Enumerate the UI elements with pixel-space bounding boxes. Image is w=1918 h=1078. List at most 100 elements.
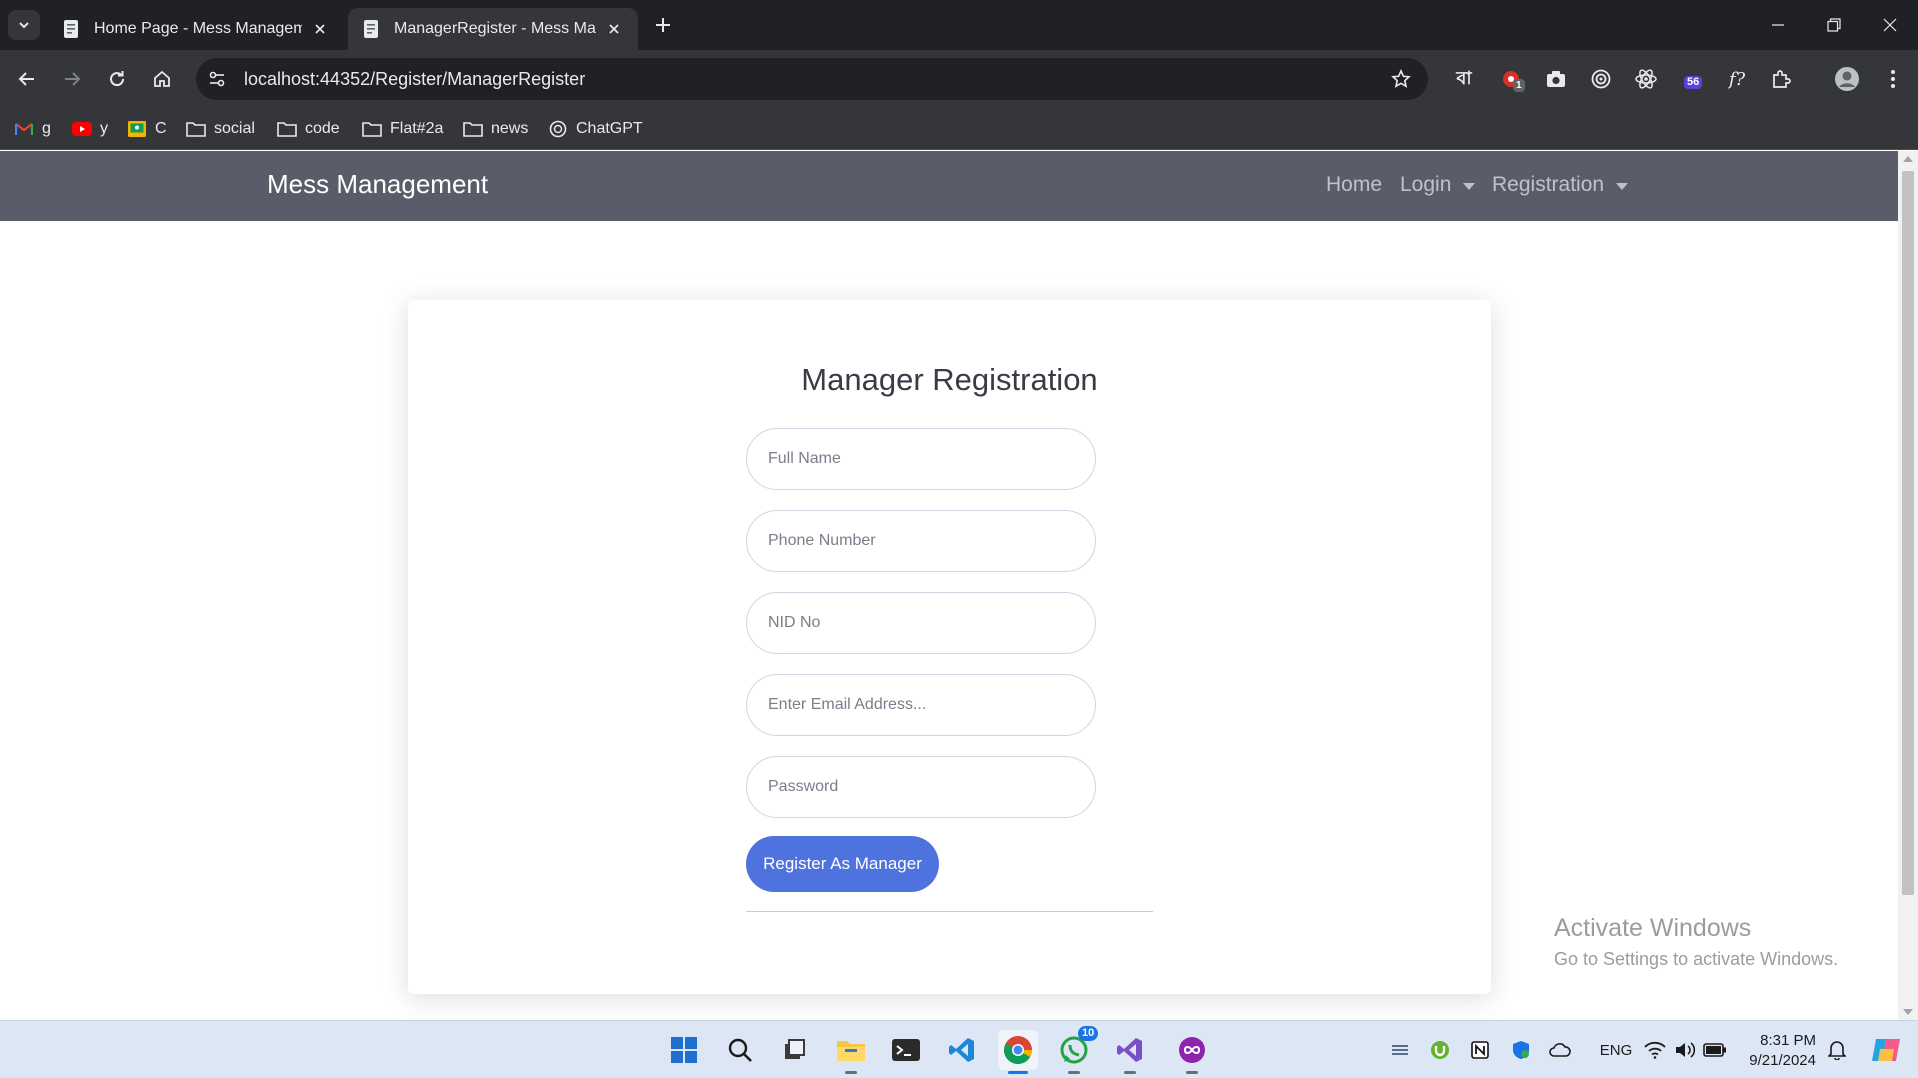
tray-onedrive-icon[interactable] [1547, 1037, 1573, 1063]
folder-icon [463, 120, 483, 138]
taskbar-clock[interactable]: 8:31 PM 9/21/2024 [1740, 1031, 1816, 1071]
scrollbar-thumb[interactable] [1902, 171, 1914, 895]
running-indicator [1124, 1071, 1136, 1074]
bangla-extension-button[interactable]: বা [1447, 62, 1481, 96]
tray-language-indicator[interactable]: ENG [1594, 1037, 1638, 1063]
reload-icon [110, 71, 125, 87]
restore-button[interactable] [1814, 8, 1854, 42]
page-icon [64, 20, 78, 38]
copilot-button[interactable] [1866, 1037, 1906, 1063]
home-button[interactable] [145, 62, 179, 96]
bookmark-folder-news[interactable]: news [463, 116, 528, 142]
register-as-manager-button[interactable]: Register As Manager [746, 836, 939, 892]
bookmark-folder-flat[interactable]: Flat#2a [362, 116, 443, 142]
bookmark-label: social [214, 120, 255, 137]
page-scrollbar[interactable] [1898, 151, 1918, 1020]
utorrent-icon [1431, 1041, 1449, 1059]
wifi-icon [1644, 1041, 1666, 1059]
tab-home-page[interactable]: Home Page - Mess Managemen [48, 8, 344, 50]
chatgpt-icon [548, 120, 568, 138]
reload-button[interactable] [100, 62, 134, 96]
search-icon [728, 1038, 752, 1062]
close-tab-button[interactable] [604, 19, 624, 39]
bookmark-folder-social[interactable]: social [186, 116, 255, 142]
tray-volume-icon[interactable] [1672, 1037, 1698, 1063]
nid-input[interactable] [746, 592, 1096, 654]
running-indicator [845, 1071, 857, 1074]
nav-login-dropdown[interactable]: Login [1400, 173, 1476, 197]
minimize-button[interactable] [1758, 8, 1798, 42]
tab-manager-register[interactable]: ManagerRegister - Mess Manag [348, 8, 638, 50]
taskbar-search-button[interactable] [720, 1030, 760, 1070]
notion-icon [1471, 1041, 1489, 1059]
bookmark-chatgpt[interactable]: ChatGPT [548, 116, 643, 142]
close-icon [1883, 18, 1897, 32]
bookmark-youtube[interactable]: y [72, 116, 108, 142]
bookmark-gmail[interactable]: g [14, 116, 51, 142]
form-title: Manager Registration [801, 362, 1098, 397]
formula-extension-button[interactable]: f? [1720, 62, 1754, 96]
taskbar-vscode[interactable] [942, 1030, 982, 1070]
password-input[interactable] [746, 756, 1096, 818]
phone-number-input[interactable] [746, 510, 1096, 572]
taskbar-whatsapp[interactable]: 10 [1054, 1026, 1099, 1074]
folder-icon [277, 120, 297, 138]
notifications-button[interactable] [1824, 1037, 1850, 1063]
url-text[interactable]: localhost:44352/Register/ManagerRegister [244, 69, 585, 90]
scroll-down-arrow[interactable] [1903, 1009, 1913, 1015]
tab-search-button[interactable] [8, 10, 40, 40]
address-bar[interactable]: localhost:44352/Register/ManagerRegister [196, 58, 1428, 100]
screenshot-extension-button[interactable] [1539, 62, 1573, 96]
scroll-up-arrow[interactable] [1903, 156, 1913, 162]
nav-home-link[interactable]: Home [1326, 173, 1382, 197]
bookmark-star-button[interactable] [1386, 64, 1416, 94]
tray-wifi-icon[interactable] [1642, 1037, 1668, 1063]
close-window-button[interactable] [1870, 8, 1910, 42]
forward-button[interactable] [55, 62, 89, 96]
taskbar-terminal[interactable] [886, 1030, 926, 1070]
stack-icon [1392, 1045, 1408, 1055]
restore-icon [1827, 18, 1841, 32]
close-tab-button[interactable] [310, 19, 330, 39]
cloud-icon [1549, 1043, 1571, 1057]
tray-app-icon[interactable] [1387, 1037, 1413, 1063]
site-info-button[interactable] [200, 62, 234, 96]
nav-registration-dropdown[interactable]: Registration [1492, 173, 1629, 197]
full-name-input[interactable] [746, 428, 1096, 490]
bookmark-folder-code[interactable]: code [277, 116, 340, 142]
tab-strip: Home Page - Mess Managemen ManagerRegist… [0, 0, 1918, 50]
email-input[interactable] [746, 674, 1096, 736]
nav-registration-label: Registration [1492, 173, 1605, 196]
start-button[interactable] [664, 1030, 704, 1070]
counter-extension-button[interactable]: 56 [1680, 62, 1714, 96]
tray-security-icon[interactable] [1508, 1037, 1534, 1063]
home-icon [154, 70, 170, 87]
tray-battery-icon[interactable] [1702, 1037, 1728, 1063]
bookmark-label: y [100, 120, 108, 137]
record-extension-button[interactable]: 1 [1494, 62, 1528, 96]
bookmark-classroom[interactable]: C [127, 116, 167, 142]
taskbar-file-explorer[interactable] [831, 1030, 871, 1074]
windows-logo-icon [671, 1037, 697, 1063]
tray-notion-icon[interactable] [1467, 1037, 1493, 1063]
terminal-icon [892, 1039, 920, 1061]
profile-button[interactable] [1830, 62, 1864, 96]
tab-title: ManagerRegister - Mess Manag [394, 20, 596, 37]
site-navbar: Mess Management Home Login Registration [0, 151, 1898, 221]
chevron-down-icon [19, 22, 29, 29]
tray-utorrent-icon[interactable] [1427, 1037, 1453, 1063]
taskbar-chrome[interactable] [998, 1030, 1038, 1074]
react-devtools-button[interactable] [1629, 62, 1663, 96]
new-tab-button[interactable] [650, 12, 676, 38]
folder-icon [837, 1041, 865, 1061]
taskbar-visual-studio[interactable] [1110, 1030, 1150, 1074]
task-view-button[interactable] [775, 1030, 815, 1070]
back-button[interactable] [10, 62, 44, 96]
site-brand[interactable]: Mess Management [267, 169, 488, 200]
extensions-menu-button[interactable] [1764, 62, 1798, 96]
bookmark-label: news [491, 120, 529, 137]
windows-taskbar: 10 ENG 8:31 PM 9/21/2024 [0, 1020, 1918, 1078]
target-extension-button[interactable] [1584, 62, 1618, 96]
browser-menu-button[interactable] [1876, 62, 1910, 96]
taskbar-copilot-app[interactable] [1172, 1030, 1212, 1074]
